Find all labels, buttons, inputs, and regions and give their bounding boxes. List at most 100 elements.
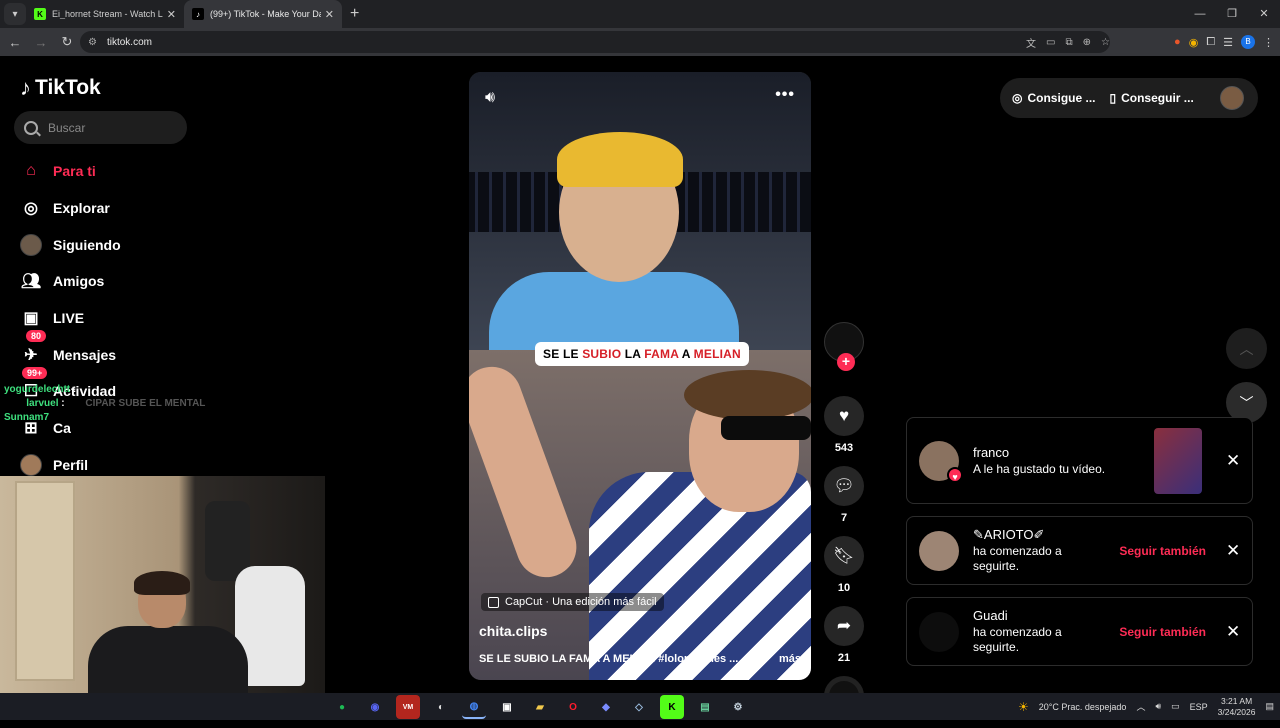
notification-like[interactable]: ♥ franco A le ha gustado tu vídeo. ✕ [906,417,1253,504]
translate-icon[interactable]: 文 [1026,35,1036,50]
forward-icon[interactable]: → [30,35,52,50]
creator-avatar[interactable]: + [824,322,864,371]
obs-icon[interactable]: ◐ [429,695,453,719]
notification-text: ha comenzado a seguirte. [973,544,1062,573]
extension-color-icon[interactable]: ◉ [1189,36,1199,49]
capcut-icon [488,596,499,608]
search-input[interactable]: Buscar [14,111,187,144]
previous-video-button[interactable]: ︿ [1226,328,1267,369]
share-icon[interactable]: ➦ [824,606,864,646]
reading-list-icon[interactable]: ☰ [1223,36,1233,49]
capcut-tag[interactable]: CapCut · Una edición más fácil [481,593,664,611]
app-icon[interactable]: ◆ [594,695,618,719]
minimize-icon[interactable]: — [1184,0,1216,28]
sidebar-item-siguiendo[interactable]: Siguiendo [20,226,220,263]
kick-icon[interactable]: K [660,695,684,719]
extension-icon[interactable]: ● [1174,36,1181,48]
back-icon[interactable]: ← [4,35,26,50]
close-icon[interactable]: ✕ [1226,622,1240,642]
video-author[interactable]: chita.clips [479,623,547,639]
reload-icon[interactable]: ↻ [56,34,78,50]
notification-avatar[interactable]: ♥ [919,440,963,483]
sidebar-item-mensajes[interactable]: ✈ 80 Mensajes [20,330,220,373]
follow-back-button[interactable]: Seguir también [1119,625,1206,639]
notification-center-icon[interactable]: ▤ [1265,701,1274,712]
following-avatar-icon [20,233,42,256]
follow-back-button[interactable]: Seguir también [1119,544,1206,558]
steam-icon[interactable]: ⚙ [726,695,750,719]
discord-icon[interactable]: ◉ [363,695,387,719]
save-action[interactable]: 🔖︎ 10 [822,536,866,594]
video-actions: + ♥ 543 💬︎ 7 🔖︎ 10 ➦ 21 [822,322,866,728]
network-icon[interactable]: ▭ [1171,701,1180,712]
close-tab-icon[interactable]: ✕ [325,8,334,21]
volume-tray-icon[interactable]: 🔊︎ [1155,701,1161,712]
app-icon[interactable]: ▣ [495,695,519,719]
cast-icon[interactable]: ▭ [1046,37,1055,48]
get-coins-button[interactable]: ◎ Consigue ... [1012,91,1096,105]
app-icon[interactable]: ◇ [627,695,651,719]
close-icon[interactable]: ✕ [1226,451,1240,471]
search-placeholder: Buscar [48,120,86,135]
heart-icon[interactable]: ♥ [824,396,864,436]
bookmark-icon[interactable]: 🔖︎ [824,536,864,576]
sidebar-item-para-ti[interactable]: ⌂ Para ti [20,153,220,190]
browser-tab-tiktok[interactable]: ♪ (99+) TikTok - Make Your Day ✕ [184,0,342,28]
close-tab-icon[interactable]: ✕ [167,8,176,21]
logo-text: TikTok [35,76,101,99]
site-info-icon[interactable]: ⚙ [88,37,97,48]
language-indicator[interactable]: ESP [1190,702,1208,712]
comment-count: 7 [840,512,848,524]
volume-icon[interactable]: 🔊︎ [485,89,495,107]
browser-tab-kick[interactable]: K Ei_hornet Stream - Watch Live o ✕ [26,0,184,28]
extensions-puzzle-icon[interactable]: ⧠ [1206,36,1215,49]
more-options-icon[interactable]: ••• [775,86,795,104]
save-count: 10 [837,582,851,594]
notification-follow[interactable]: Guadi ha comenzado a seguirte. Seguir ta… [906,597,1253,666]
comment-action[interactable]: 💬︎ 7 [822,466,866,524]
follow-plus-icon[interactable]: + [837,353,855,371]
tray-chevron-icon[interactable]: ︿ [1136,700,1145,713]
spotify-icon[interactable]: ● [330,695,354,719]
sidebar-item-explorar[interactable]: ◎ Explorar [20,190,220,227]
opera-icon[interactable]: O [561,695,585,719]
sidebar-item-amigos[interactable]: 👥︎ Amigos [20,263,220,300]
video-player[interactable]: SE LE SUBIO LA FAMA A MELIAN 🔊︎ ••• CapC… [469,72,811,680]
tiktok-logo[interactable]: ♪ TikTok [20,75,101,101]
chrome-icon[interactable]: ◍ [462,695,486,719]
folder-icon[interactable]: ▰ [528,695,552,719]
notification-avatar[interactable] [919,530,959,571]
windows-taskbar: ● ◉ VM ◐ ◍ ▣ ▰ O ◆ ◇ K ▤ ⚙ ☀ 20°C Prac. … [0,693,1280,720]
new-tab-button[interactable]: + [350,5,359,23]
notification-name: franco [973,444,1010,460]
sidebar-item-live[interactable]: ▣ LIVE [20,300,220,337]
more-link[interactable]: más [779,653,801,665]
close-window-icon[interactable]: ✕ [1248,0,1280,28]
restore-icon[interactable]: ❐ [1216,0,1248,28]
friends-icon: 👥︎ [20,273,42,291]
like-action[interactable]: ♥ 543 [822,396,866,454]
notification-avatar[interactable] [919,611,959,652]
get-app-button[interactable]: ▯ Conseguir ... [1110,91,1194,105]
app-icon[interactable]: ▤ [693,695,717,719]
user-avatar[interactable] [1219,86,1244,110]
bookmark-star-icon[interactable]: ☆ [1101,37,1110,48]
voicemeeter-icon[interactable]: VM [396,695,420,719]
close-icon[interactable]: ✕ [1226,541,1240,561]
system-tray: ☀ 20°C Prac. despejado ︿ 🔊︎ ▭ ESP 3:21 A… [1018,693,1274,720]
clock[interactable]: 3:21 AM 3/24/2026 [1218,696,1256,718]
comment-icon[interactable]: 💬︎ [824,466,864,506]
like-count: 543 [834,442,854,454]
profile-avatar[interactable]: B [1241,35,1255,49]
notification-name: Guadi [973,608,1008,623]
video-thumbnail[interactable] [1154,427,1202,494]
stream-chat-overlay: yogurdelechtt : larvuel : CIPAR SUBE EL … [4,380,205,428]
weather-text[interactable]: 20°C Prac. despejado [1039,702,1127,712]
more-menu-icon[interactable]: ⋮ [1263,36,1274,49]
zoom-icon[interactable]: ⊕ [1083,37,1091,48]
share-action[interactable]: ➦ 21 [822,606,866,664]
url-field[interactable]: ⚙ tiktok.com [80,31,1110,53]
install-icon[interactable]: ⧉ [1066,37,1073,48]
tab-search-icon[interactable]: ▾ [4,3,26,25]
notification-follow[interactable]: ✎ARIOTO✐ ha comenzado a seguirte. Seguir… [906,516,1253,585]
